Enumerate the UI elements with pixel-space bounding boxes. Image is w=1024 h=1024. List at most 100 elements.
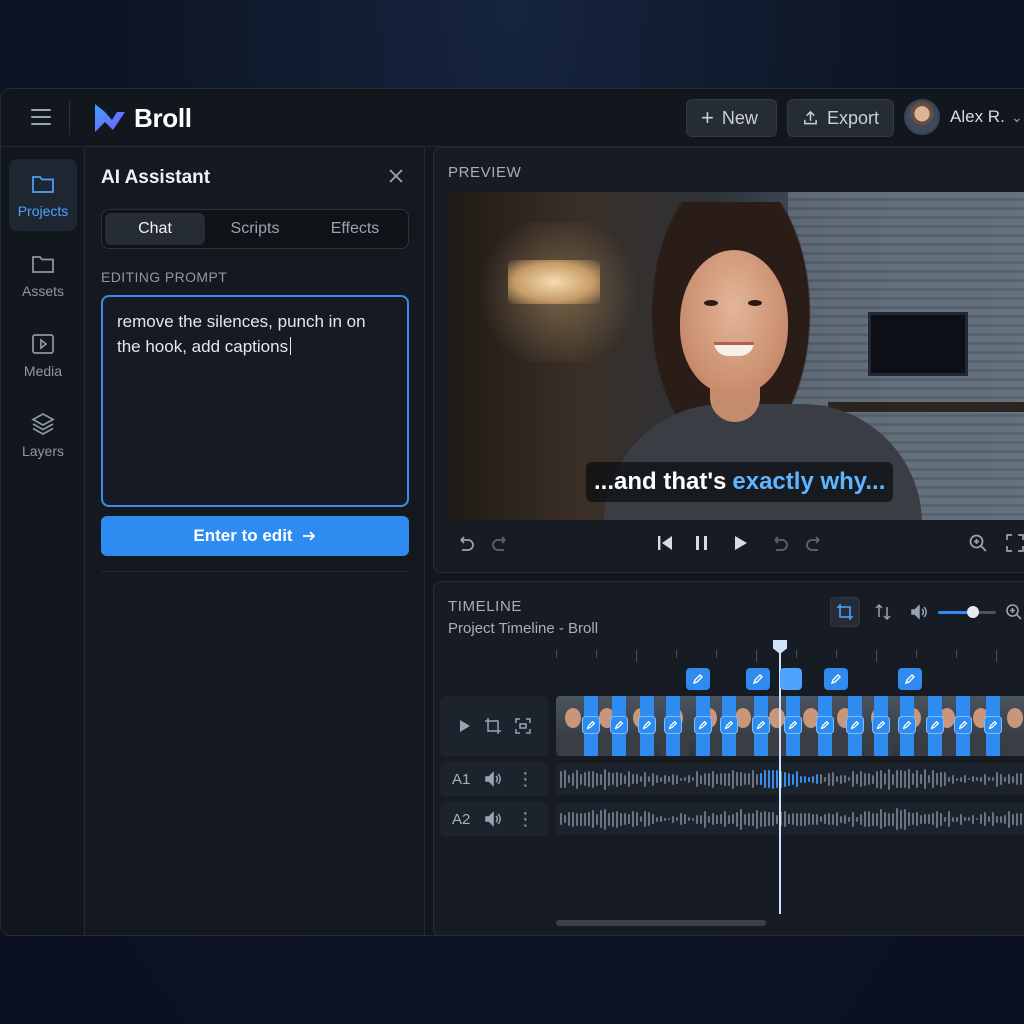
volume-knob[interactable]	[966, 606, 979, 618]
volume-slider[interactable]	[938, 606, 996, 618]
swap-tool-button[interactable]	[868, 597, 898, 627]
crop-icon[interactable]	[484, 717, 502, 735]
sidebar-item-layers[interactable]: Layers	[9, 399, 77, 471]
waveform-bar	[720, 773, 722, 785]
video-track[interactable]	[556, 696, 1024, 756]
edit-marker[interactable]	[824, 668, 848, 690]
zoom-in-icon[interactable]	[967, 532, 989, 554]
waveform-bar	[716, 814, 718, 824]
waveform-bar	[668, 818, 670, 820]
waveform-bar	[596, 772, 598, 786]
caption-overlay[interactable]: ...and that's exactly why...	[586, 462, 894, 502]
user-name[interactable]: Alex R.	[950, 107, 1005, 127]
pencil-icon[interactable]	[694, 716, 712, 734]
selected-marker[interactable]	[780, 668, 802, 690]
waveform-bar	[632, 774, 634, 784]
pencil-icon[interactable]	[926, 716, 944, 734]
fullscreen-icon[interactable]	[1004, 532, 1024, 554]
waveform-bar	[848, 777, 850, 781]
redo-icon[interactable]	[490, 532, 512, 554]
new-button[interactable]: + New	[686, 99, 777, 137]
sidebar-item-media[interactable]: Media	[9, 319, 77, 391]
waveform-bar	[864, 772, 866, 786]
skip-back-icon[interactable]	[654, 532, 676, 554]
audio-track-a1[interactable]	[556, 763, 1024, 795]
pencil-icon[interactable]	[784, 716, 802, 734]
waveform-bar	[908, 769, 910, 789]
speaker-icon[interactable]	[484, 770, 502, 788]
frame-select-icon[interactable]	[514, 717, 532, 735]
pencil-icon[interactable]	[610, 716, 628, 734]
waveform-bar	[852, 771, 854, 787]
audio-track-a2[interactable]	[556, 803, 1024, 835]
waveform-bar	[876, 812, 878, 826]
waveform-bar	[732, 814, 734, 824]
waveform-bar	[924, 814, 926, 824]
timeline-ruler[interactable]	[556, 650, 1024, 662]
enter-to-edit-button[interactable]: Enter to edit	[101, 516, 409, 556]
waveform-bar	[584, 772, 586, 786]
waveform-bar	[892, 812, 894, 826]
waveform-bar	[656, 816, 658, 822]
waveform-bar	[1000, 773, 1002, 785]
waveform-bar	[860, 813, 862, 825]
play-icon[interactable]	[729, 532, 751, 554]
waveform-bar	[660, 816, 662, 822]
waveform-bar	[796, 812, 798, 826]
preview-label: PREVIEW	[448, 164, 522, 181]
waveform-bar	[704, 810, 706, 828]
pencil-icon[interactable]	[984, 716, 1002, 734]
sidebar-item-assets[interactable]: Assets	[9, 239, 77, 311]
pencil-icon[interactable]	[872, 716, 890, 734]
waveform-bar	[764, 770, 766, 788]
ruler-tick	[596, 650, 597, 658]
edit-marker[interactable]	[686, 668, 710, 690]
redo-icon[interactable]	[804, 532, 826, 554]
play-icon[interactable]	[456, 718, 472, 734]
pencil-icon[interactable]	[752, 716, 770, 734]
pencil-icon[interactable]	[664, 716, 682, 734]
video-preview[interactable]: ...and that's exactly why...	[448, 192, 1024, 520]
pencil-icon[interactable]	[816, 716, 834, 734]
waveform-bar	[648, 776, 650, 782]
zoom-in-icon[interactable]	[1004, 602, 1024, 622]
waveform-bar	[616, 810, 618, 828]
waveform-bar	[712, 770, 714, 788]
export-button[interactable]: Export	[787, 99, 894, 137]
undo-icon[interactable]	[768, 532, 790, 554]
more-options-icon[interactable]: ⋮	[516, 810, 534, 828]
more-options-icon[interactable]: ⋮	[516, 770, 534, 788]
pencil-icon[interactable]	[954, 716, 972, 734]
waveform-bar	[684, 814, 686, 824]
pencil-icon[interactable]	[582, 716, 600, 734]
tab-chat[interactable]: Chat	[105, 213, 205, 245]
tab-scripts[interactable]: Scripts	[205, 213, 305, 245]
undo-icon[interactable]	[454, 532, 476, 554]
waveform-bar	[788, 814, 790, 824]
plus-icon: +	[701, 105, 714, 130]
crop-tool-button[interactable]	[830, 597, 860, 627]
close-icon[interactable]	[387, 167, 405, 185]
sidebar-item-projects[interactable]: Projects	[9, 159, 77, 231]
pencil-icon[interactable]	[638, 716, 656, 734]
waveform-bar	[920, 814, 922, 824]
chevron-down-icon[interactable]: ⌄	[1011, 109, 1023, 126]
prompt-input[interactable]: remove the silences, punch in on the hoo…	[101, 295, 409, 507]
edit-marker[interactable]	[898, 668, 922, 690]
hamburger-menu-icon[interactable]	[31, 109, 51, 125]
timeline-scrollbar[interactable]	[556, 920, 766, 926]
pencil-icon[interactable]	[898, 716, 916, 734]
enter-to-edit-label: Enter to edit	[193, 526, 293, 545]
edit-marker[interactable]	[746, 668, 770, 690]
pencil-icon[interactable]	[846, 716, 864, 734]
avatar[interactable]	[904, 99, 940, 135]
pause-icon[interactable]	[691, 532, 713, 554]
waveform-bar	[976, 818, 978, 820]
timeline-panel: TIMELINE Project Timeline - Broll A1 ⋮ A…	[433, 581, 1024, 935]
pencil-icon[interactable]	[720, 716, 738, 734]
volume-button[interactable]	[904, 597, 934, 627]
waveform-bar	[668, 776, 670, 782]
tab-effects[interactable]: Effects	[305, 213, 405, 245]
speaker-icon[interactable]	[484, 810, 502, 828]
waveform-bar	[628, 771, 630, 787]
